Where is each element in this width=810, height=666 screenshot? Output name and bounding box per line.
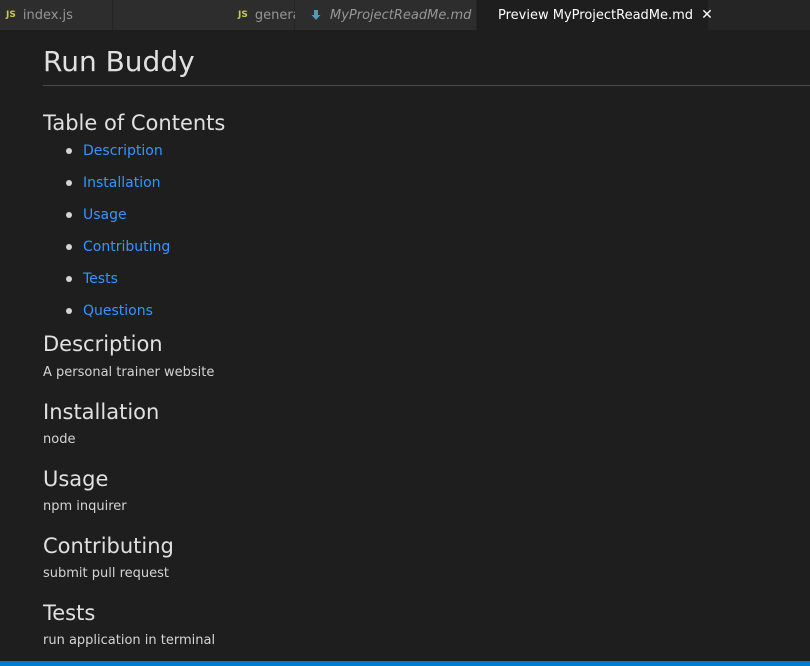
list-item: Usage	[66, 206, 810, 238]
document-title: Run Buddy	[43, 45, 810, 86]
section-description: Description A personal trainer website	[43, 331, 810, 382]
tab-preview-myprojectreadme-md[interactable]: Preview MyProjectReadMe.md ✕	[477, 0, 713, 30]
list-item: Installation	[66, 174, 810, 206]
toc-link-installation[interactable]: Installation	[83, 175, 161, 191]
tab-label: Preview MyProjectReadMe.md	[498, 7, 694, 23]
tab-label: MyProjectReadMe.md	[330, 7, 472, 23]
tab-label: index.js	[22, 7, 73, 23]
tab-generate-markdown-js[interactable]: JS generateMarkdown.js	[113, 0, 395, 30]
table-of-contents: Description Installation Usage Contribut…	[43, 142, 810, 334]
section-heading: Contributing	[43, 534, 174, 558]
markdown-preview: Run Buddy Table of Contents Description …	[43, 30, 810, 660]
section-installation: Installation node	[43, 399, 810, 449]
list-item: Questions	[66, 302, 810, 334]
toc-link-contributing[interactable]: Contributing	[83, 239, 170, 255]
status-bar	[0, 661, 810, 666]
section-body: submit pull request	[43, 566, 170, 581]
toc-link-description[interactable]: Description	[83, 143, 163, 159]
javascript-file-icon: JS	[6, 10, 16, 20]
section-body: A personal trainer website	[43, 365, 215, 380]
section-tests: Tests run application in terminal	[43, 600, 810, 650]
section-heading: Description	[43, 332, 163, 356]
list-item: Tests	[66, 270, 810, 302]
section-heading: Installation	[43, 400, 160, 424]
editor-tab-bar: JS index.js JS generateMarkdown.js MyPro…	[0, 0, 810, 30]
toc-heading: Table of Contents	[43, 111, 226, 135]
toc-link-questions[interactable]: Questions	[83, 303, 153, 319]
section-heading: Usage	[43, 467, 109, 491]
javascript-file-icon: JS	[238, 10, 248, 20]
list-item: Description	[66, 142, 810, 174]
section-usage: Usage npm inquirer	[43, 466, 810, 516]
section-contributing: Contributing submit pull request	[43, 533, 810, 583]
section-body: node	[43, 432, 76, 447]
section-body: npm inquirer	[43, 499, 127, 514]
toc-link-usage[interactable]: Usage	[83, 207, 127, 223]
section-heading: Tests	[43, 601, 96, 625]
tab-index-js[interactable]: JS index.js	[0, 0, 113, 30]
tab-myprojectreadme-md[interactable]: MyProjectReadMe.md	[295, 0, 477, 30]
section-body: run application in terminal	[43, 633, 216, 648]
list-item: Contributing	[66, 238, 810, 270]
close-icon[interactable]: ✕	[701, 8, 713, 22]
markdown-download-icon	[311, 10, 321, 20]
toc-link-tests[interactable]: Tests	[83, 271, 118, 287]
